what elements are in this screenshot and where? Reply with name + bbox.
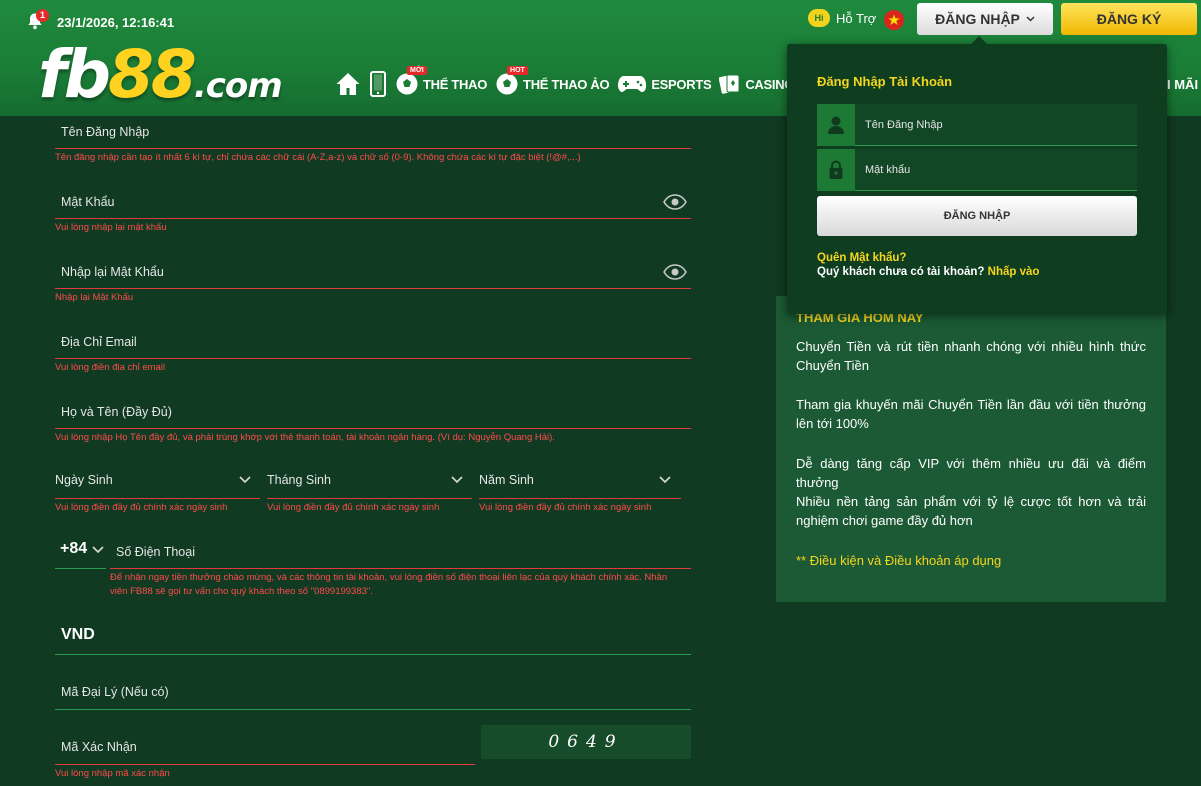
- cards-icon: [719, 74, 740, 94]
- no-account-text: Quý khách chưa có tài khoản? Nhấp vào: [817, 266, 1040, 278]
- fullname-error: Vui lòng nhập Họ Tên đầy đủ, và phải trù…: [55, 432, 555, 443]
- nav-label-esports: ESPORTS: [651, 76, 712, 92]
- login-username-row: [817, 104, 1137, 146]
- soccer-ball-icon: [396, 73, 418, 95]
- birth-day-error: Vui lòng điền đầy đủ chính xác ngày sinh: [55, 502, 228, 513]
- phone-error-line2: viên FB88 sẽ gọi tư vấn cho quý khách th…: [110, 586, 373, 597]
- fb88-logo[interactable]: fb88.com: [38, 40, 288, 110]
- forgot-password-link[interactable]: Quên Mật khẩu?: [817, 252, 906, 264]
- birth-year-underline: [479, 498, 681, 499]
- birth-year-select[interactable]: Năm Sinh: [479, 473, 534, 487]
- home-icon: [336, 73, 360, 95]
- signup-link[interactable]: Nhấp vào: [988, 266, 1040, 278]
- soccer-ball-icon: [496, 73, 518, 95]
- user-icon: [817, 104, 855, 146]
- username-error: Tên đăng nhập cần tạo ít nhất 6 kí tự, c…: [55, 152, 581, 163]
- lock-icon: [817, 149, 855, 191]
- chevron-down-icon[interactable]: [239, 476, 251, 484]
- promo-point: Nhiều nền tảng sản phẩm với tỷ lệ cược t…: [796, 494, 1146, 528]
- main-nav: MỚI THỂ THAO HOT THỂ THAO ẢO ESPORTS CAS…: [335, 66, 822, 102]
- birth-month-underline: [267, 498, 472, 499]
- nav-label-sports: THỂ THAO: [423, 76, 488, 92]
- confirm-password-underline: [55, 288, 691, 289]
- login-dropdown: Đăng Nhập Tài Khoản ĐĂNG NHẬP Quên Mật k…: [787, 36, 1167, 314]
- support-link[interactable]: Hi Hỗ Trợ: [808, 9, 876, 27]
- login-username-input[interactable]: [865, 104, 1133, 146]
- confirm-password-error: Nhập lại Mật Khẩu: [55, 292, 134, 303]
- register-button[interactable]: ĐĂNG KÝ: [1061, 3, 1197, 35]
- birth-month-select[interactable]: Tháng Sinh: [267, 473, 331, 487]
- support-label: Hỗ Trợ: [836, 10, 877, 26]
- phone-error-line1: Để nhận ngay tiền thưởng chào mừng, và c…: [110, 572, 668, 583]
- username-underline: [55, 148, 691, 149]
- login-password-input[interactable]: [865, 149, 1133, 191]
- nav-tag-hot: HOT: [507, 66, 528, 75]
- gamepad-icon: [618, 76, 647, 92]
- birth-month-error: Vui lòng điền đầy đủ chính xác ngày sinh: [267, 502, 440, 513]
- agent-code-field[interactable]: Mã Đại Lý (Nếu có): [61, 685, 169, 699]
- username-field[interactable]: Tên Đăng Nhập: [61, 125, 149, 139]
- agent-code-underline: [55, 709, 691, 710]
- chevron-down-icon[interactable]: [451, 476, 463, 484]
- birth-day-select[interactable]: Ngày Sinh: [55, 473, 113, 487]
- login-password-row: [817, 149, 1137, 191]
- promo-point: Dễ dàng tăng cấp VIP với thêm nhiều ưu đ…: [796, 456, 1146, 490]
- email-underline: [55, 358, 691, 359]
- phone-underline: [110, 568, 691, 569]
- fullname-field[interactable]: Họ và Tên (Đầy Đủ): [61, 405, 172, 419]
- login-submit-button[interactable]: ĐĂNG NHẬP: [817, 196, 1137, 236]
- email-field[interactable]: Địa Chỉ Email: [61, 335, 137, 349]
- confirm-password-field[interactable]: Nhập lại Mật Khẩu: [61, 265, 164, 279]
- nav-sports[interactable]: MỚI THỂ THAO: [395, 66, 488, 96]
- promo-point: Tham gia khuyến mãi Chuyển Tiền lần đầu …: [796, 397, 1146, 431]
- eye-icon[interactable]: [663, 194, 687, 210]
- nav-label-virtual-sports: THỂ THAO ẢO: [523, 76, 610, 92]
- email-error: Vui lòng điền địa chỉ email: [55, 362, 166, 373]
- captcha-image[interactable]: 0649: [481, 725, 691, 759]
- nav-tag-new: MỚI: [407, 66, 427, 75]
- phone-country-code[interactable]: +84: [60, 540, 87, 558]
- promo-panel: THAM GIA HÔM NAY Chuyển Tiền và rút tiền…: [776, 296, 1166, 602]
- chevron-down-icon[interactable]: [92, 546, 104, 554]
- captcha-error: Vui lòng nhập mã xác nhận: [55, 768, 170, 779]
- phone-field[interactable]: Số Điện Thoại: [116, 545, 195, 559]
- chevron-down-icon: [1026, 16, 1035, 22]
- birth-day-underline: [55, 498, 260, 499]
- currency-underline: [55, 654, 691, 655]
- password-field[interactable]: Mật Khẩu: [61, 195, 115, 209]
- fullname-underline: [55, 428, 691, 429]
- promo-point: Chuyển Tiền và rút tiền nhanh chóng với …: [796, 339, 1146, 373]
- terms-link[interactable]: ** Điều kiện và Điều khoản áp dụng: [796, 553, 1001, 568]
- chat-bubble-icon: Hi: [808, 9, 830, 27]
- captcha-field[interactable]: Mã Xác Nhận: [61, 740, 137, 754]
- captcha-underline: [55, 764, 475, 765]
- chevron-down-icon[interactable]: [659, 476, 671, 484]
- nav-label-promotions[interactable]: I MÃI: [1167, 77, 1198, 92]
- nav-mobile[interactable]: [369, 71, 387, 97]
- notification-count-badge: 1: [36, 9, 49, 22]
- vietnam-flag-icon[interactable]: [884, 10, 904, 30]
- currency-select[interactable]: VND: [61, 626, 95, 644]
- mobile-icon: [370, 71, 386, 97]
- password-underline: [55, 218, 691, 219]
- nav-esports[interactable]: ESPORTS: [617, 73, 712, 95]
- password-error: Vui lòng nhập lại mật khẩu: [55, 222, 167, 233]
- eye-icon[interactable]: [663, 264, 687, 280]
- nav-home[interactable]: [335, 71, 361, 97]
- birth-year-error: Vui lòng điền đầy đủ chính xác ngày sinh: [479, 502, 652, 513]
- current-datetime: 23/1/2026, 12:16:41: [57, 15, 175, 30]
- nav-virtual-sports[interactable]: HOT THỂ THAO ẢO: [495, 66, 610, 96]
- login-dropdown-title: Đăng Nhập Tài Khoản: [817, 74, 953, 89]
- login-button[interactable]: ĐĂNG NHẬP: [917, 3, 1053, 35]
- phone-code-underline: [55, 568, 106, 569]
